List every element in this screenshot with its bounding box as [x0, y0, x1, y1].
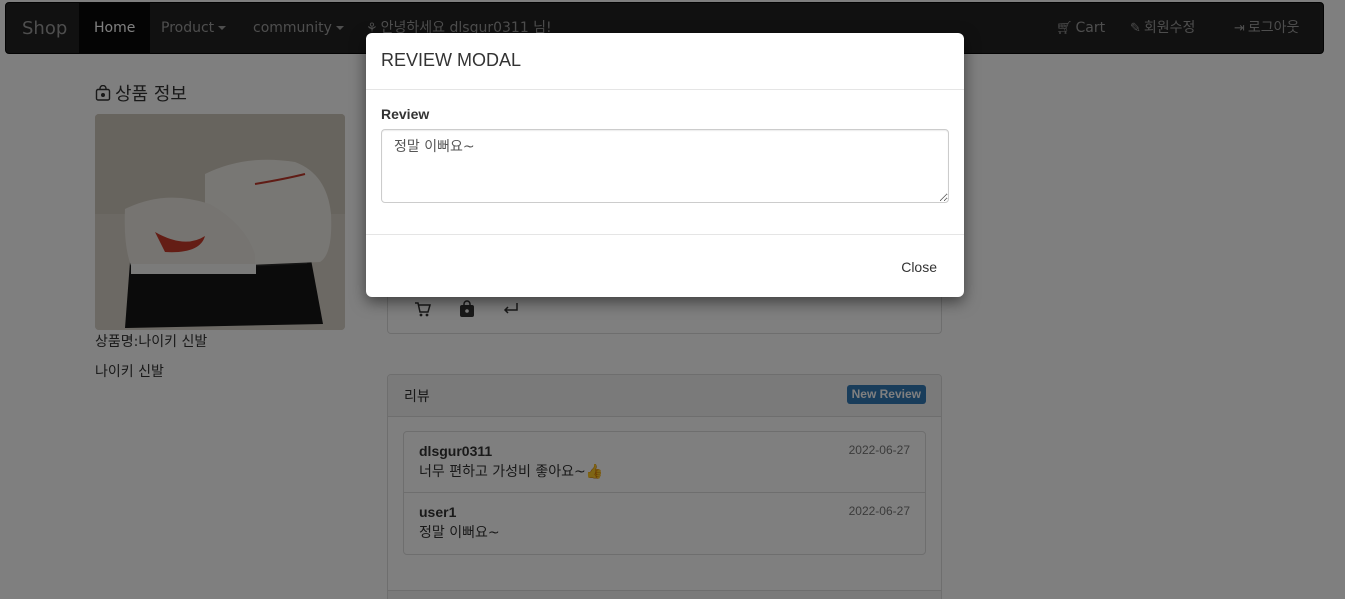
modal-footer: Close	[366, 234, 964, 297]
modal-title: REVIEW MODAL	[381, 50, 522, 70]
close-button[interactable]: Close	[889, 255, 949, 279]
review-field-label: Review	[381, 106, 430, 122]
modal-header: REVIEW MODAL	[366, 33, 964, 90]
review-modal: REVIEW MODAL Review 정말 이뻐요~ Close	[366, 33, 964, 297]
review-textarea[interactable]: 정말 이뻐요~	[381, 129, 949, 203]
modal-body: Review 정말 이뻐요~	[381, 106, 949, 207]
